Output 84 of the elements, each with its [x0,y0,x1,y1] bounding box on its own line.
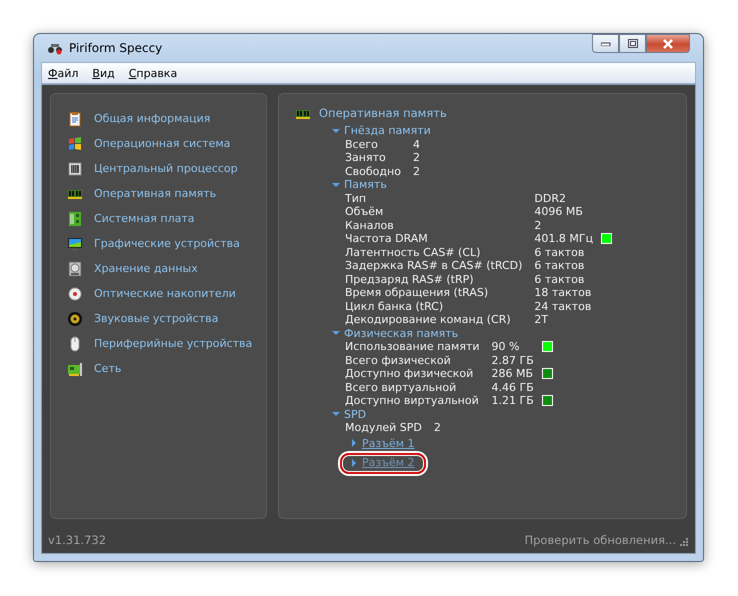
property-value: 4 [412,138,420,151]
minimize-icon [600,42,610,46]
expand-arrow-icon[interactable] [350,458,358,467]
menu-item[interactable]: Справка [128,66,178,80]
collapse-arrow-icon[interactable] [332,410,340,418]
property-label: Предзаряд RAS# (tRP) [345,272,475,286]
group-heading: Память [344,178,387,192]
property-value: 4096 МБ [534,205,584,218]
property-value: 2T [534,313,550,326]
property-value: 401.8 МГц [534,232,594,246]
disc-icon [67,286,83,302]
hard-drive-icon [67,260,83,276]
property-label: Декодирование команд (CR) [345,313,512,326]
property-label: Латентность CAS# (CL) [345,246,482,259]
clipboard-icon [67,110,83,126]
restore-icon [628,39,638,48]
property-value: 24 тактов [534,300,592,313]
property-label: Всего [345,138,379,151]
property-value: 6 тактов [534,259,586,272]
maximize-button[interactable] [619,34,646,53]
minimize-button[interactable] [592,34,619,53]
sidebar-item[interactable]: Графические устройства [92,236,242,251]
section-title: Оперативная память [319,107,447,121]
slot-link[interactable]: Разъём 2 [362,456,415,470]
property-value: 2 [434,421,441,434]
menu-item[interactable]: Файл [48,66,78,80]
speaker-icon [67,310,83,326]
property-value: 2 [534,218,542,232]
property-value: 6 тактов [534,272,586,286]
flag-icon [67,136,83,152]
sidebar-item[interactable]: Оптические накопители [92,286,238,301]
resize-grip-icon [678,536,689,547]
property-value: DDR2 [534,192,567,205]
property-value: 6 тактов [534,246,586,259]
expand-arrow-icon[interactable] [350,439,358,448]
property-value: 90 % [492,340,520,354]
property-value: 1.21 ГБ [492,394,534,408]
circuit-board-icon [67,210,83,226]
network-card-icon [67,360,83,376]
monitor-icon [67,236,83,252]
property-label: Модулей SPD [345,421,422,434]
property-label: Задержка RAS# в CAS# (tRCD) [345,259,522,272]
sidebar-item[interactable]: Общая информация [92,111,212,126]
sidebar-item[interactable]: Периферийные устройства [92,336,254,351]
collapse-arrow-icon[interactable] [332,126,340,135]
property-value: 2.87 ГБ [492,354,534,367]
property-label: Тип [345,192,368,205]
group-heading: Физическая память [344,326,458,340]
property-label: Всего физической [345,354,452,367]
property-label: Объём [345,205,384,218]
close-icon [662,38,674,48]
property-label: Цикл банка (tRC) [345,300,444,313]
close-button[interactable] [646,34,690,53]
collapse-arrow-icon[interactable] [332,180,340,189]
property-value: 4.46 ГБ [492,380,534,394]
property-label: Занято [345,151,387,164]
property-label: Каналов [345,218,395,232]
sidebar-item[interactable]: Звуковые устройства [92,311,220,326]
sidebar-item[interactable]: Оперативная память [92,186,218,201]
menu-item[interactable]: Вид [92,66,115,80]
sidebar-item[interactable]: Сеть [92,361,124,376]
property-label: Использование памяти [345,340,480,354]
check-updates-link[interactable]: Проверить обновления... [524,533,676,547]
sidebar-item[interactable]: Системная плата [92,211,197,226]
window-title: Piriform Speccy [69,41,164,55]
slot-link[interactable]: Разъём 1 [362,436,415,450]
sidebar-item[interactable]: Центральный процессор [92,161,240,176]
version-label: v1.31.732 [48,533,106,547]
group-heading: Гнёзда памяти [344,124,431,138]
sidebar-item[interactable]: Хранение данных [92,261,200,276]
property-value: 2 [412,164,420,178]
property-value: 286 МБ [492,367,534,380]
chip-icon [67,160,83,176]
sidebar-item[interactable]: Операционная система [92,136,232,151]
property-label: Время обращения (tRAS) [345,286,490,300]
property-label: Всего виртуальной [345,380,458,394]
group-heading: SPD [344,408,366,421]
property-label: Частота DRAM [345,232,429,246]
collapse-arrow-icon[interactable] [332,329,340,338]
property-label: Свободно [345,164,401,178]
property-label: Доступно виртуальной [345,394,480,408]
property-label: Доступно физической [345,367,474,380]
property-value: 2 [412,151,420,164]
property-value: 18 тактов [534,286,592,300]
